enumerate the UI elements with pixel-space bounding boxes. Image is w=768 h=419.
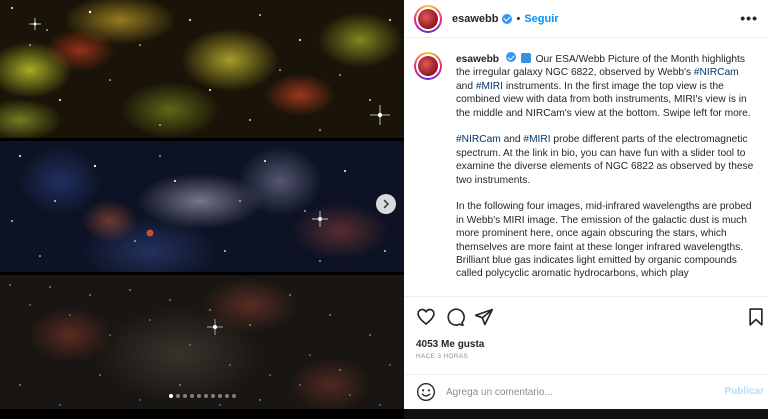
publish-button[interactable]: Publicar — [725, 386, 764, 397]
chevron-right-icon — [383, 199, 389, 209]
likes-count[interactable]: 4053 Me gusta — [416, 339, 484, 350]
hashtag-link[interactable]: #NIRCam — [694, 67, 739, 78]
send-icon[interactable] — [474, 307, 494, 327]
carousel-next-button[interactable] — [376, 194, 396, 214]
bottom-strip — [0, 409, 768, 419]
hashtag-link[interactable]: #MIRI — [523, 134, 550, 145]
more-horizontal-icon[interactable]: ••• — [740, 11, 758, 25]
media-panel-miri — [0, 141, 404, 272]
carousel-indicator — [0, 394, 404, 398]
avatar[interactable] — [414, 4, 442, 33]
carousel-dot — [175, 394, 180, 398]
carousel-dot — [189, 394, 194, 398]
separator-dot: • — [516, 12, 521, 25]
follow-button[interactable]: Seguir — [524, 13, 558, 25]
caption-row: esawebb Our ESA/Webb Picture of the Mont… — [414, 52, 764, 294]
caption-text: and — [500, 134, 524, 146]
post-header: esawebb • Seguir ••• — [404, 0, 768, 38]
bookmark-icon[interactable] — [746, 307, 766, 327]
carousel-dot — [203, 394, 208, 398]
caption-author-link[interactable]: esawebb — [456, 54, 499, 65]
carousel-dot — [196, 394, 201, 398]
comment-input[interactable] — [446, 383, 696, 401]
heart-icon[interactable] — [416, 307, 436, 327]
media-panel-combined — [0, 0, 404, 138]
comments-area[interactable]: esawebb Our ESA/Webb Picture of the Mont… — [404, 38, 768, 296]
username-link[interactable]: esawebb — [452, 13, 498, 25]
post-caption: esawebb Our ESA/Webb Picture of the Mont… — [456, 52, 756, 294]
post-actions-bar — [404, 296, 768, 336]
hashtag-link[interactable]: #NIRCam — [456, 134, 501, 145]
bottom-strip-block — [404, 409, 768, 419]
verified-badge-icon — [505, 52, 516, 62]
avatar[interactable] — [414, 52, 442, 80]
carousel-dot — [182, 394, 187, 398]
carousel-dot — [231, 394, 236, 398]
post-side-panel: esawebb • Seguir ••• esawebb Our ESA/Web… — [404, 0, 768, 419]
carousel-dot — [224, 394, 229, 398]
add-comment-bar: Publicar — [404, 374, 768, 409]
carousel-dot — [168, 394, 173, 398]
hashtag-link[interactable]: #MIRI — [476, 81, 503, 92]
smile-icon[interactable] — [416, 382, 436, 402]
comment-icon[interactable] — [445, 307, 465, 327]
post-timestamp: HACE 3 HORAS — [416, 353, 469, 360]
caption-text: In the following four images, mid-infrar… — [456, 201, 752, 280]
post-media-carousel[interactable] — [0, 0, 404, 419]
star-field — [11, 7, 391, 131]
emoji-icon — [520, 53, 531, 63]
verified-badge-icon — [502, 13, 513, 24]
carousel-dot — [217, 394, 222, 398]
caption-text: and — [456, 80, 476, 92]
star-field — [11, 155, 386, 262]
carousel-dot — [210, 394, 215, 398]
